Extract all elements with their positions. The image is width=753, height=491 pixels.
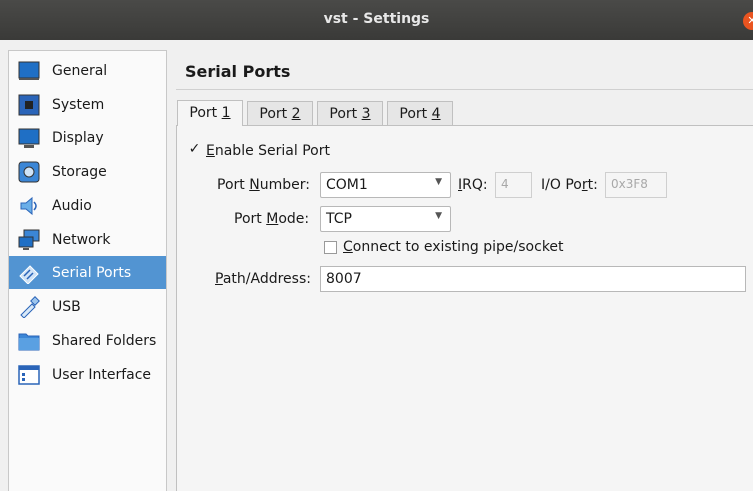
sidebar-item-audio[interactable]: Audio: [9, 189, 166, 222]
io-port-field[interactable]: 0x3F8: [605, 172, 667, 198]
io-port-label: I/O Port:: [541, 177, 598, 193]
close-button[interactable]: ✕: [743, 12, 753, 30]
label-part: onnect to existing pipe/socket: [352, 239, 564, 255]
irq-field[interactable]: 4: [495, 172, 532, 198]
tab-mnemonic: 2: [291, 106, 301, 122]
sidebar-item-label: Serial Ports: [52, 264, 132, 281]
connect-existing-label[interactable]: Connect to existing pipe/socket: [343, 239, 564, 255]
sidebar-item-storage[interactable]: Storage: [9, 155, 166, 188]
display-icon: [18, 128, 40, 148]
sidebar-item-label: Storage: [52, 163, 107, 180]
page-header: Serial Ports: [176, 53, 753, 90]
label-part: t:: [587, 177, 598, 193]
selected-value: COM1: [326, 177, 368, 193]
sidebar-item-user-interface[interactable]: User Interface: [9, 358, 166, 391]
tab-mnemonic: 3: [361, 106, 371, 122]
label-part: ath/Address:: [222, 271, 311, 287]
page-title: Serial Ports: [185, 62, 291, 81]
label-mnemonic: E: [206, 143, 215, 159]
sidebar-item-label: Display: [52, 129, 104, 146]
chevron-down-icon: ▼: [435, 211, 442, 221]
connect-existing-checkbox[interactable]: [324, 241, 337, 254]
system-icon: [18, 94, 40, 115]
network-icon: [18, 229, 40, 250]
sidebar-item-label: User Interface: [52, 366, 152, 383]
audio-icon: [20, 196, 37, 215]
sidebar-item-serial-ports[interactable]: Serial Ports: [9, 256, 166, 289]
label-mnemonic: C: [343, 239, 353, 255]
sidebar-item-label: USB: [52, 298, 81, 315]
window-title: vst - Settings: [323, 11, 430, 27]
tab-port-3[interactable]: Port 3: [317, 101, 383, 125]
port-number-select[interactable]: COM1 ▼: [320, 172, 451, 198]
settings-sidebar: General System Display Storage Audio Net…: [8, 50, 167, 491]
irq-label: IRQ:: [458, 177, 488, 193]
user-interface-icon: [18, 364, 40, 385]
tab-mnemonic: 1: [221, 105, 231, 121]
tab-port-2[interactable]: Port 2: [247, 101, 313, 125]
label-part: ode:: [278, 211, 310, 227]
field-value: 8007: [326, 271, 362, 287]
label-part: RQ:: [462, 177, 488, 193]
label-part: Port: [217, 177, 250, 193]
usb-icon: [20, 295, 40, 318]
enable-serial-port-label[interactable]: Enable Serial Port: [206, 143, 330, 159]
field-value: 0x3F8: [611, 177, 648, 191]
sidebar-item-label: Audio: [52, 197, 92, 214]
label-mnemonic: M: [266, 211, 279, 227]
tab-label: Port: [189, 105, 222, 121]
chevron-down-icon: ▼: [435, 177, 442, 187]
tab-port-1[interactable]: Port 1: [177, 100, 243, 126]
tab-port-4[interactable]: Port 4: [387, 101, 453, 125]
tab-label: Port: [399, 106, 432, 122]
tab-label: Port: [259, 106, 292, 122]
sidebar-item-network[interactable]: Network: [9, 223, 166, 256]
sidebar-item-label: System: [52, 96, 105, 113]
serial-ports-icon: [19, 264, 39, 284]
tab-label: Port: [329, 106, 362, 122]
sidebar-item-display[interactable]: Display: [9, 121, 166, 154]
enable-serial-port-checkbox[interactable]: ✓: [188, 142, 201, 157]
sidebar-item-shared-folders[interactable]: Shared Folders: [9, 324, 166, 357]
sidebar-item-general[interactable]: General: [9, 54, 166, 87]
port-number-label: Port Number:: [217, 177, 310, 193]
label-mnemonic: P: [215, 271, 223, 287]
tab-mnemonic: 4: [431, 106, 441, 122]
title-bar: vst - Settings ✕: [0, 0, 753, 40]
general-icon: [18, 61, 40, 80]
selected-value: TCP: [326, 211, 352, 227]
label-part: umber:: [259, 177, 310, 193]
path-address-input[interactable]: 8007: [320, 266, 746, 292]
sidebar-item-system[interactable]: System: [9, 88, 166, 121]
sidebar-item-label: Network: [52, 231, 111, 248]
label-mnemonic: N: [249, 177, 260, 193]
path-address-label: Path/Address:: [215, 271, 311, 287]
port-mode-label: Port Mode:: [234, 211, 309, 227]
port-mode-select[interactable]: TCP ▼: [320, 206, 451, 232]
sidebar-item-label: Shared Folders: [52, 332, 157, 349]
shared-folders-icon: [18, 333, 40, 350]
label-part: Port: [234, 211, 267, 227]
sidebar-item-usb[interactable]: USB: [9, 290, 166, 323]
label-part: nable Serial Port: [214, 143, 330, 159]
storage-icon: [18, 161, 40, 182]
sidebar-item-label: General: [52, 62, 108, 79]
label-part: I/O Po: [541, 177, 582, 193]
field-value: 4: [501, 177, 509, 191]
